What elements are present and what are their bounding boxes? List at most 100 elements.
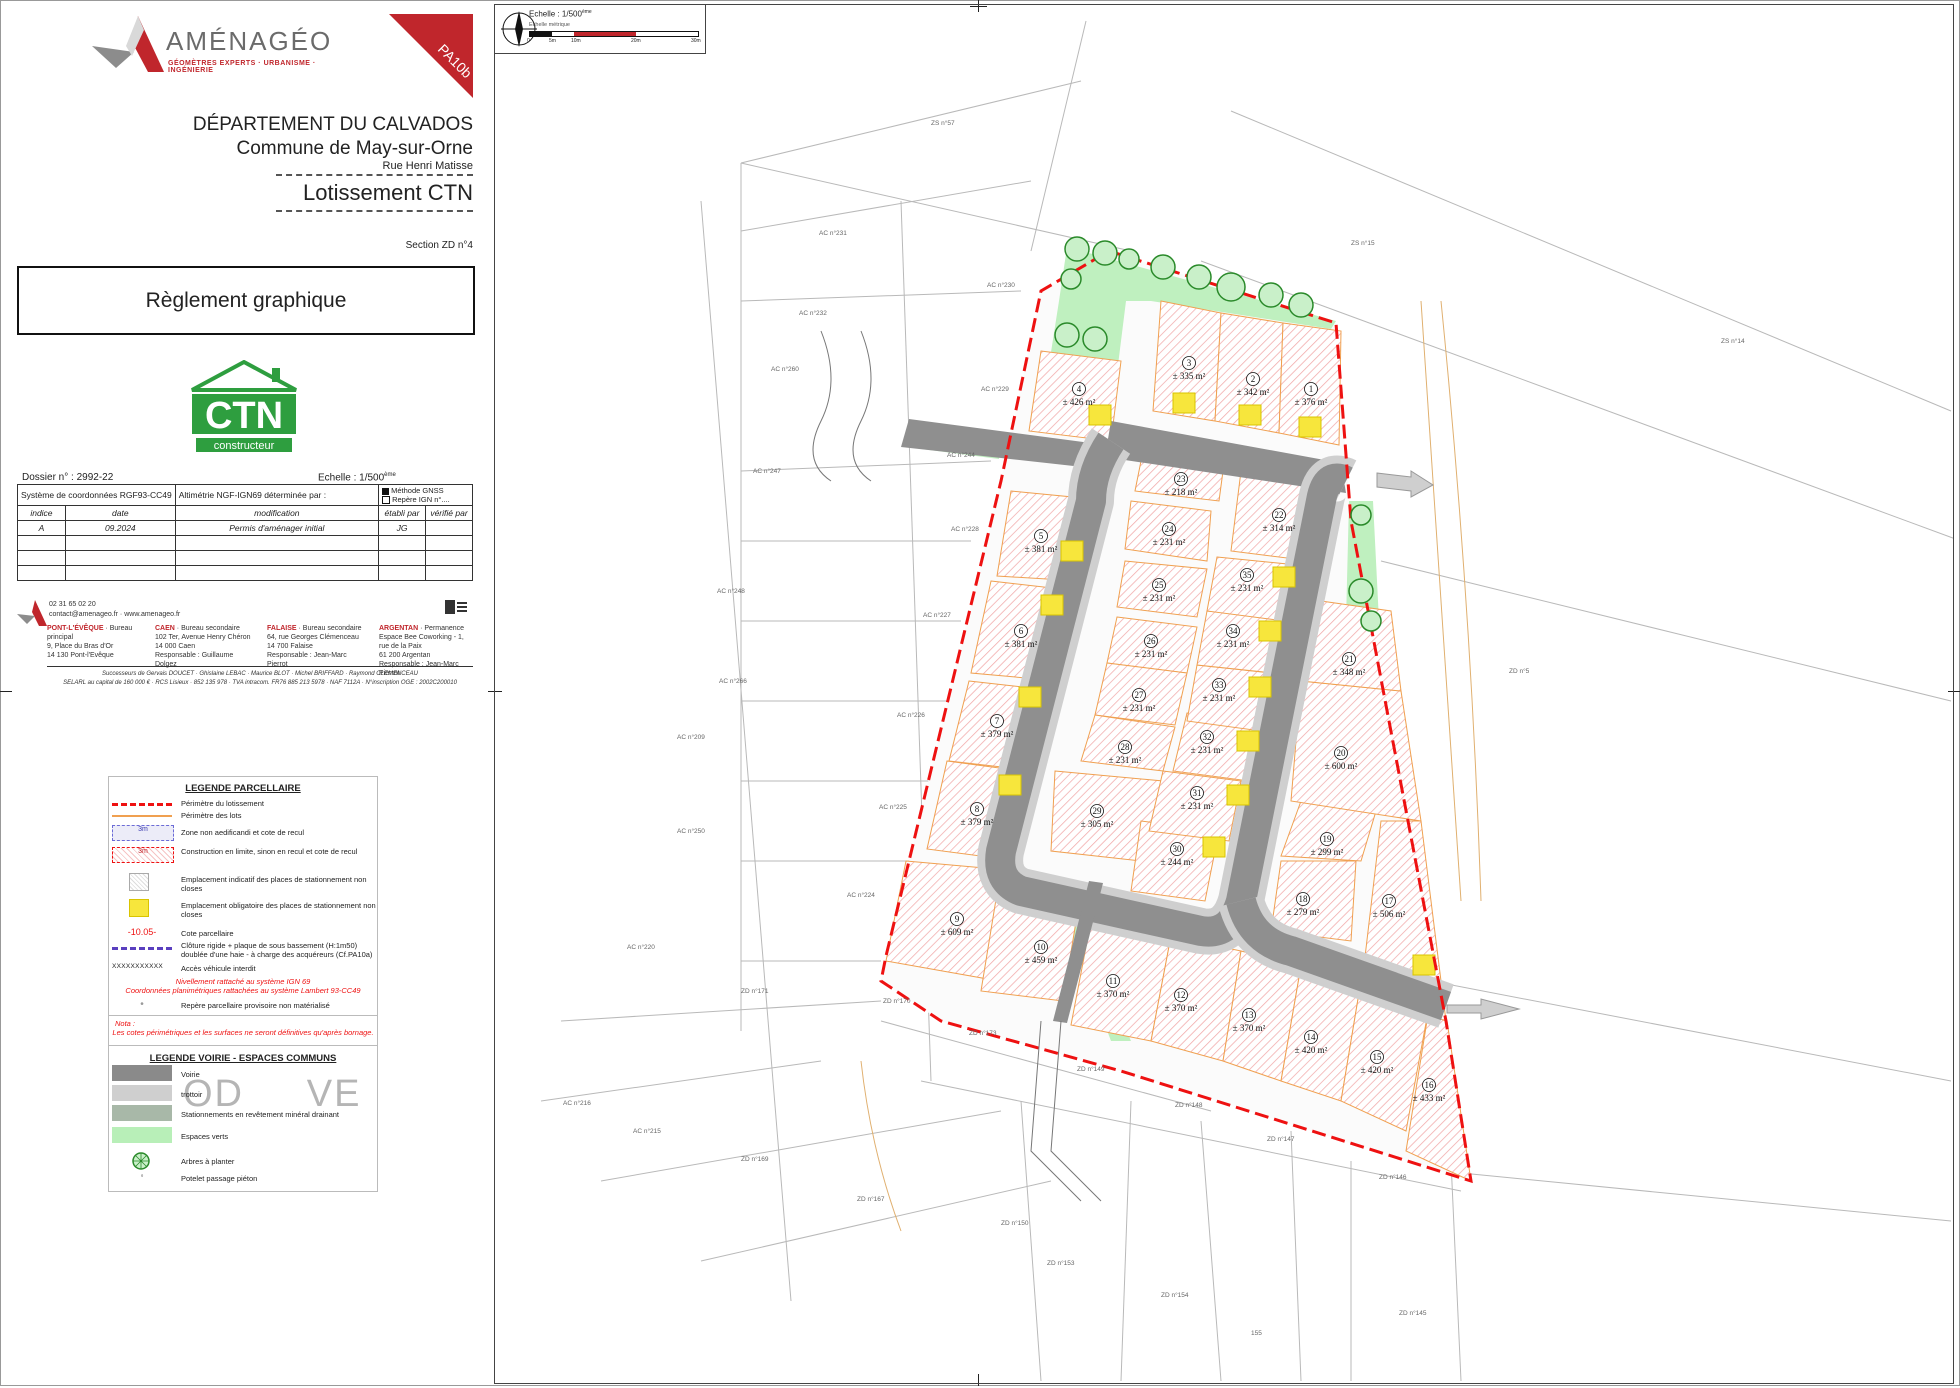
cad-label: ZD n°154 xyxy=(1161,1291,1189,1299)
table-row: A 09.2024 Permis d'aménager initial JG xyxy=(17,520,473,537)
potelet-icon: ◦ xyxy=(140,1171,144,1180)
lot-number: 34 xyxy=(1229,626,1239,636)
lot-area: ± 370 m² xyxy=(1165,1003,1198,1013)
cad-label: ZD n°149 xyxy=(1077,1065,1105,1073)
cad-label: AC n°231 xyxy=(819,229,847,237)
legend-item: Espaces verts xyxy=(109,1127,377,1145)
lot-area: ± 381 m² xyxy=(1005,639,1038,649)
section-label: Section ZD n°4 xyxy=(405,240,473,251)
method-gnss: Méthode GNSS xyxy=(391,486,444,495)
lot-number: 35 xyxy=(1243,570,1253,580)
lot-area: ± 231 m² xyxy=(1203,693,1236,703)
cad-label: AC n°227 xyxy=(923,611,951,619)
office-pont-leveque: PONT-L'ÉVÊQUE · Bureau principal 9, Place… xyxy=(47,625,133,659)
lot-number: 19 xyxy=(1323,834,1333,844)
lot-number: 27 xyxy=(1135,690,1145,700)
col-indice: indice xyxy=(17,505,66,522)
cad-label: ZS n°15 xyxy=(1351,239,1375,247)
lot-area: ± 433 m² xyxy=(1413,1093,1446,1103)
cad-label: AC n°209 xyxy=(677,733,705,741)
cad-label: ZD n°146 xyxy=(1379,1173,1407,1181)
cad-label: ZD n°171 xyxy=(741,987,769,995)
title-block: DÉPARTEMENT DU CALVADOS Commune de May-s… xyxy=(150,114,473,254)
checkbox-checked-icon xyxy=(382,487,389,495)
divider xyxy=(47,666,473,667)
lot-area: ± 231 m² xyxy=(1217,639,1250,649)
cad-label: AC n°225 xyxy=(879,803,907,811)
company-logo: AMÉNAGÉO GÉOMÈTRES EXPERTS · URBANISME ·… xyxy=(92,16,332,76)
lot-number: 21 xyxy=(1345,654,1354,664)
legend-item: ◦ Potelet passage piéton xyxy=(109,1171,377,1189)
project-title: Lotissement CTN xyxy=(303,180,473,205)
legend-item: 3m Zone non aedificandi et cote de recul xyxy=(109,825,377,843)
lot-area: ± 420 m² xyxy=(1295,1045,1328,1055)
tree-icon xyxy=(132,1152,150,1170)
document-title-box: Règlement graphique xyxy=(17,266,475,335)
lot-area: ± 218 m² xyxy=(1165,487,1198,497)
piece-corner-badge: PA10b xyxy=(389,14,473,98)
lot-area: ± 231 m² xyxy=(1181,801,1214,811)
lot-area: ± 370 m² xyxy=(1097,989,1130,999)
company-contact: contact@amenageo.fr · www.amenageo.fr xyxy=(49,611,181,618)
scale-graphic-label: Echelle métrique xyxy=(529,22,570,28)
col-verifie: vérifié par xyxy=(425,505,473,522)
legend-panel: LEGENDE PARCELLAIRE Périmètre du lotisse… xyxy=(108,776,378,1192)
scale-bar xyxy=(529,31,699,37)
legend-item: trottoir xyxy=(109,1085,377,1103)
lot-number: 11 xyxy=(1109,976,1118,986)
cad-label: AC n°230 xyxy=(987,281,1015,289)
divider xyxy=(109,1015,377,1016)
perimeter-lotissement-symbol xyxy=(112,803,172,806)
lot-area: ± 600 m² xyxy=(1325,761,1358,771)
parking-obligatoire-symbol xyxy=(129,899,149,917)
lot-area: ± 379 m² xyxy=(981,729,1014,739)
cad-label: AC n°247 xyxy=(753,467,781,475)
legend-item: 3m Construction en limite, sinon en recu… xyxy=(109,847,377,867)
scale-tick-5: 5m xyxy=(549,38,556,44)
cad-label: AC n°229 xyxy=(981,385,1009,393)
cad-label: AC n°244 xyxy=(947,451,975,459)
perimeter-lots-symbol xyxy=(112,815,172,817)
lot-number: 29 xyxy=(1093,806,1103,816)
revision-table: Système de coordonnées RGF93-CC49 Altimé… xyxy=(17,483,473,582)
department-title: DÉPARTEMENT DU CALVADOS xyxy=(192,114,473,135)
divider xyxy=(109,1045,377,1046)
lot-number: 26 xyxy=(1147,636,1157,646)
construction-limite-symbol: 3m xyxy=(112,847,174,863)
cad-label: ZD n°147 xyxy=(1267,1135,1295,1143)
lot-area: ± 459 m² xyxy=(1025,955,1058,965)
trottoir-symbol xyxy=(112,1085,172,1101)
office-falaise: FALAISE · Bureau secondaire 64, rue Georg… xyxy=(267,625,362,668)
geometre-expert-icon xyxy=(445,600,467,614)
scale-bar-box: Echelle : 1/500ème Echelle métrique 0 5m… xyxy=(494,4,706,54)
divider xyxy=(276,174,473,176)
company-tagline: GÉOMÈTRES EXPERTS · URBANISME · INGÉNIER… xyxy=(168,60,316,74)
acces-interdit-symbol: XXXXXXXXXXX xyxy=(112,963,163,970)
method-ign: Repère IGN n°.... xyxy=(392,495,450,504)
lot-number: 32 xyxy=(1203,732,1212,742)
lot-area: ± 342 m² xyxy=(1237,387,1270,397)
non-aedificandi-symbol: 3m xyxy=(112,825,174,841)
checkbox-empty-icon xyxy=(382,496,390,505)
cad-label: AC n°266 xyxy=(719,677,747,685)
voirie-symbol xyxy=(112,1065,172,1081)
cad-label: AC n°248 xyxy=(717,587,745,595)
lot-number: 30 xyxy=(1173,844,1183,854)
lot-number: 15 xyxy=(1373,1052,1383,1062)
cad-label: ZS n°14 xyxy=(1721,337,1745,345)
lot-area: ± 506 m² xyxy=(1373,909,1406,919)
client-logo: CTN constructeur xyxy=(191,360,297,452)
cad-label: AC n°224 xyxy=(847,891,875,899)
scale-tick-10: 10m xyxy=(571,38,581,44)
successors-line: Successeurs de Gervais DOUCET · Ghislain… xyxy=(102,671,418,677)
lot-number: 20 xyxy=(1337,748,1347,758)
cad-label: ZS n°57 xyxy=(931,119,955,127)
scale-text: Echelle : 1/500ème xyxy=(529,9,592,19)
scale-tick-30: 30m xyxy=(691,38,701,44)
table-row xyxy=(17,535,473,552)
legend-item: Voirie xyxy=(109,1065,377,1083)
cad-label: AC n°232 xyxy=(799,309,827,317)
cad-label: AC n°215 xyxy=(633,1127,661,1135)
stationnement-symbol xyxy=(112,1105,172,1121)
commune-title: Commune de May-sur-Orne xyxy=(236,138,473,159)
